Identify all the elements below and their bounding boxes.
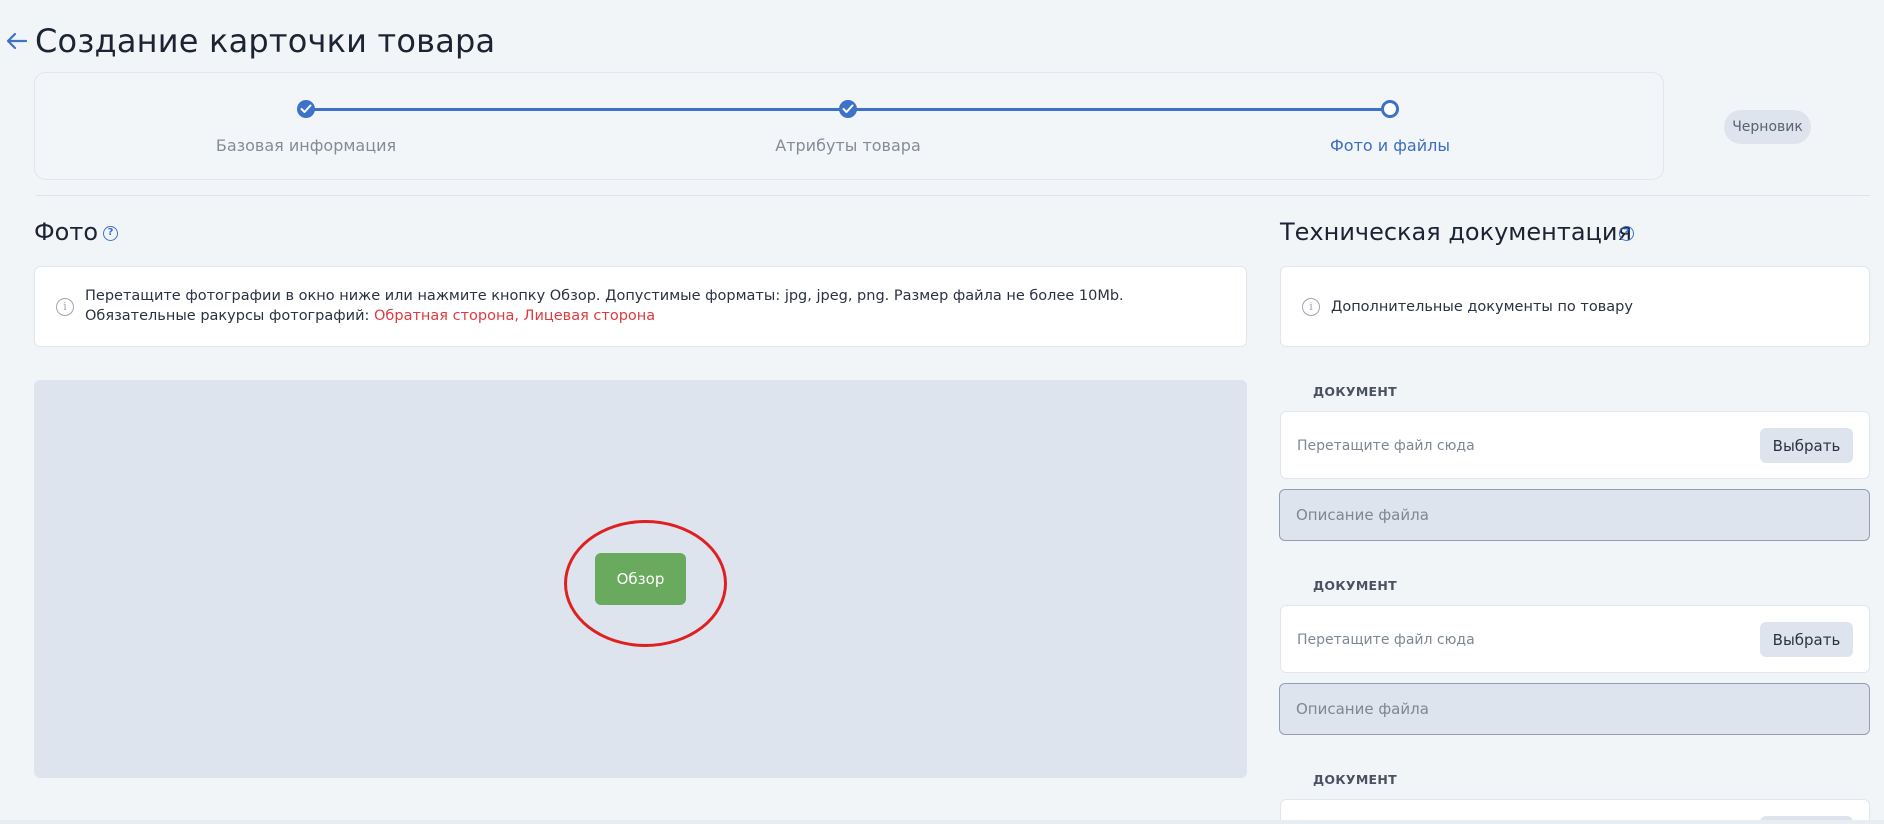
info-icon: i bbox=[56, 298, 74, 316]
status-badge: Черновик bbox=[1724, 110, 1811, 144]
file-description-input[interactable] bbox=[1279, 683, 1870, 735]
document-dropzone[interactable]: Перетащите файл сюда Выбрать bbox=[1280, 605, 1870, 673]
choose-file-button[interactable]: Выбрать bbox=[1760, 622, 1853, 657]
required-angles: Обратная сторона, Лицевая сторона bbox=[374, 308, 656, 324]
step-line bbox=[306, 108, 848, 111]
tech-docs-info-card: i Дополнительные документы по товару bbox=[1280, 266, 1870, 347]
step-label-attributes[interactable]: Атрибуты товара bbox=[698, 136, 998, 155]
photo-info-text: Перетащите фотографии в окно ниже или на… bbox=[85, 286, 1205, 326]
document-label: ДОКУМЕНТ bbox=[1313, 772, 1397, 787]
photo-section-title: Фото bbox=[34, 218, 99, 246]
tech-docs-help-icon[interactable]: ? bbox=[1619, 226, 1634, 241]
tech-docs-section-title: Техническая документация bbox=[1280, 218, 1632, 246]
browse-button[interactable]: Обзор bbox=[595, 553, 686, 605]
document-label: ДОКУМЕНТ bbox=[1313, 578, 1397, 593]
info-icon: i bbox=[1302, 298, 1320, 316]
tech-docs-info-text: Дополнительные документы по товару bbox=[1331, 299, 1633, 315]
bottom-strip bbox=[0, 820, 1884, 824]
photo-info-card: i Перетащите фотографии в окно ниже или … bbox=[34, 266, 1247, 347]
document-dropzone[interactable]: Перетащите файл сюда Выбрать bbox=[1280, 411, 1870, 479]
document-drop-placeholder: Перетащите файл сюда bbox=[1297, 438, 1475, 454]
step-3-current-icon[interactable] bbox=[1381, 100, 1399, 118]
step-line bbox=[848, 108, 1390, 111]
arrow-left-icon[interactable] bbox=[4, 28, 30, 54]
divider bbox=[36, 195, 1870, 196]
photo-help-icon[interactable]: ? bbox=[103, 226, 118, 241]
document-drop-placeholder: Перетащите файл сюда bbox=[1297, 632, 1475, 648]
choose-file-button[interactable]: Выбрать bbox=[1760, 428, 1853, 463]
step-2-check-icon[interactable] bbox=[839, 100, 857, 118]
page-title: Создание карточки товара bbox=[35, 22, 496, 60]
step-label-basic-info[interactable]: Базовая информация bbox=[156, 136, 456, 155]
product-card-page: Создание карточки товара Базовая информа… bbox=[0, 0, 1884, 824]
file-description-input[interactable] bbox=[1279, 489, 1870, 541]
document-label: ДОКУМЕНТ bbox=[1313, 384, 1397, 399]
stepper: Базовая информация Атрибуты товара Фото … bbox=[34, 72, 1664, 180]
step-1-check-icon[interactable] bbox=[297, 100, 315, 118]
step-label-photos-files[interactable]: Фото и файлы bbox=[1240, 136, 1540, 155]
